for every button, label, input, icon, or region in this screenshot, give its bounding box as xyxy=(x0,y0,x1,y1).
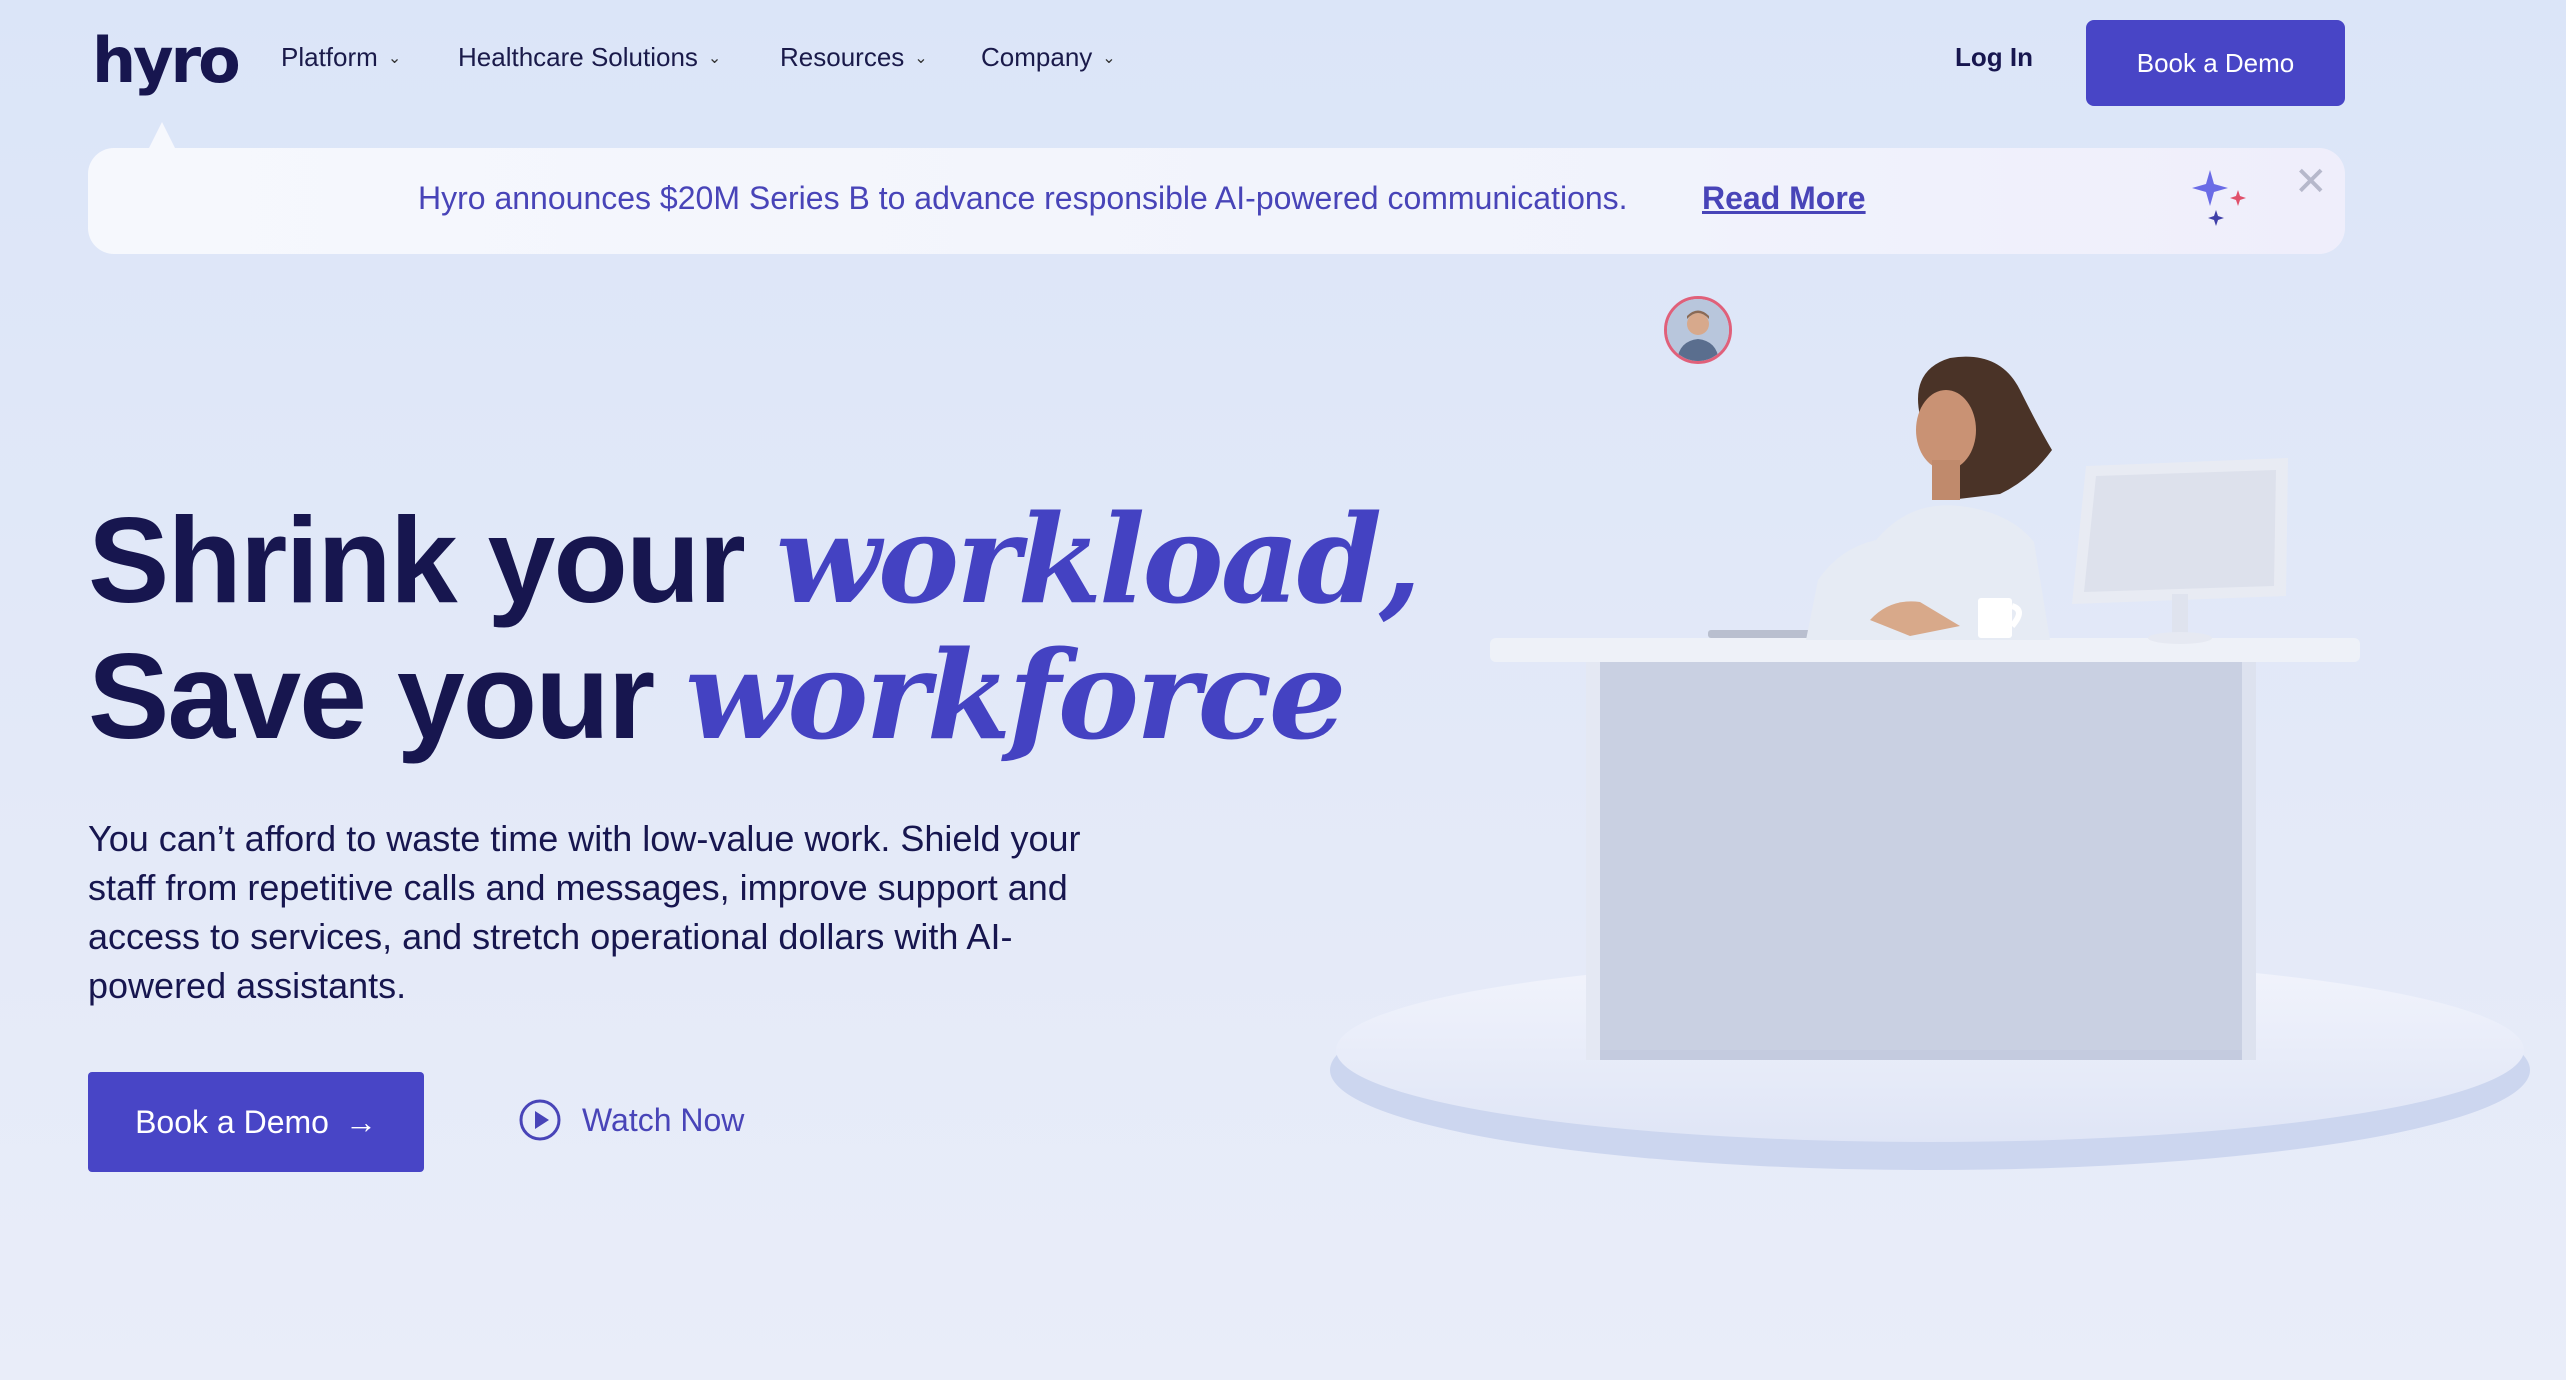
chevron-down-icon: ⌄ xyxy=(914,49,928,67)
nav-resources[interactable]: Resources ⌄ xyxy=(780,42,928,73)
nav-company[interactable]: Company ⌄ xyxy=(981,42,1116,73)
nav-company-label: Company xyxy=(981,42,1093,72)
chevron-down-icon: ⌄ xyxy=(1102,49,1116,67)
chevron-down-icon: ⌄ xyxy=(707,49,722,67)
hero-line2-emphasis: workforce xyxy=(685,623,1346,767)
nav-healthcare-solutions[interactable]: Healthcare Solutions ⌄ xyxy=(458,42,721,73)
hyro-logo[interactable]: hyro xyxy=(92,30,241,92)
play-circle-icon xyxy=(519,1099,561,1141)
book-demo-button-header[interactable]: Book a Demo xyxy=(2086,20,2345,106)
nav-resources-label: Resources xyxy=(780,42,905,72)
banner-pointer xyxy=(148,122,176,150)
watch-now-button[interactable]: Watch Now xyxy=(518,1098,744,1142)
arrow-right-icon: → xyxy=(344,1103,377,1140)
nav-platform[interactable]: Platform ⌄ xyxy=(281,42,401,73)
watch-now-label: Watch Now xyxy=(582,1101,745,1138)
read-more-link[interactable]: Read More xyxy=(1702,180,1866,217)
banner-text: Hyro announces $20M Series B to advance … xyxy=(418,180,1628,216)
nav-healthcare-solutions-label: Healthcare Solutions xyxy=(458,42,698,72)
hero-heading-line2: Save your workforce xyxy=(88,628,1346,764)
book-demo-button[interactable]: Book a Demo → xyxy=(88,1072,424,1172)
close-banner-icon[interactable]: ✕ xyxy=(2294,162,2328,202)
hero-line2-plain: Save your xyxy=(88,628,655,764)
hero-heading-line1: Shrink your workload, xyxy=(88,492,1422,628)
receptionist-illustration xyxy=(1330,356,2530,1170)
chevron-down-icon: ⌄ xyxy=(387,49,402,67)
hero-line1-plain: Shrink your xyxy=(88,492,746,628)
sparkle-icon xyxy=(2192,170,2246,226)
nav-platform-label: Platform xyxy=(281,42,378,72)
book-demo-label: Book a Demo xyxy=(135,1103,329,1140)
login-link[interactable]: Log In xyxy=(1955,42,2033,73)
hero-lead: You can’t afford to waste time with low-… xyxy=(88,818,1081,1006)
